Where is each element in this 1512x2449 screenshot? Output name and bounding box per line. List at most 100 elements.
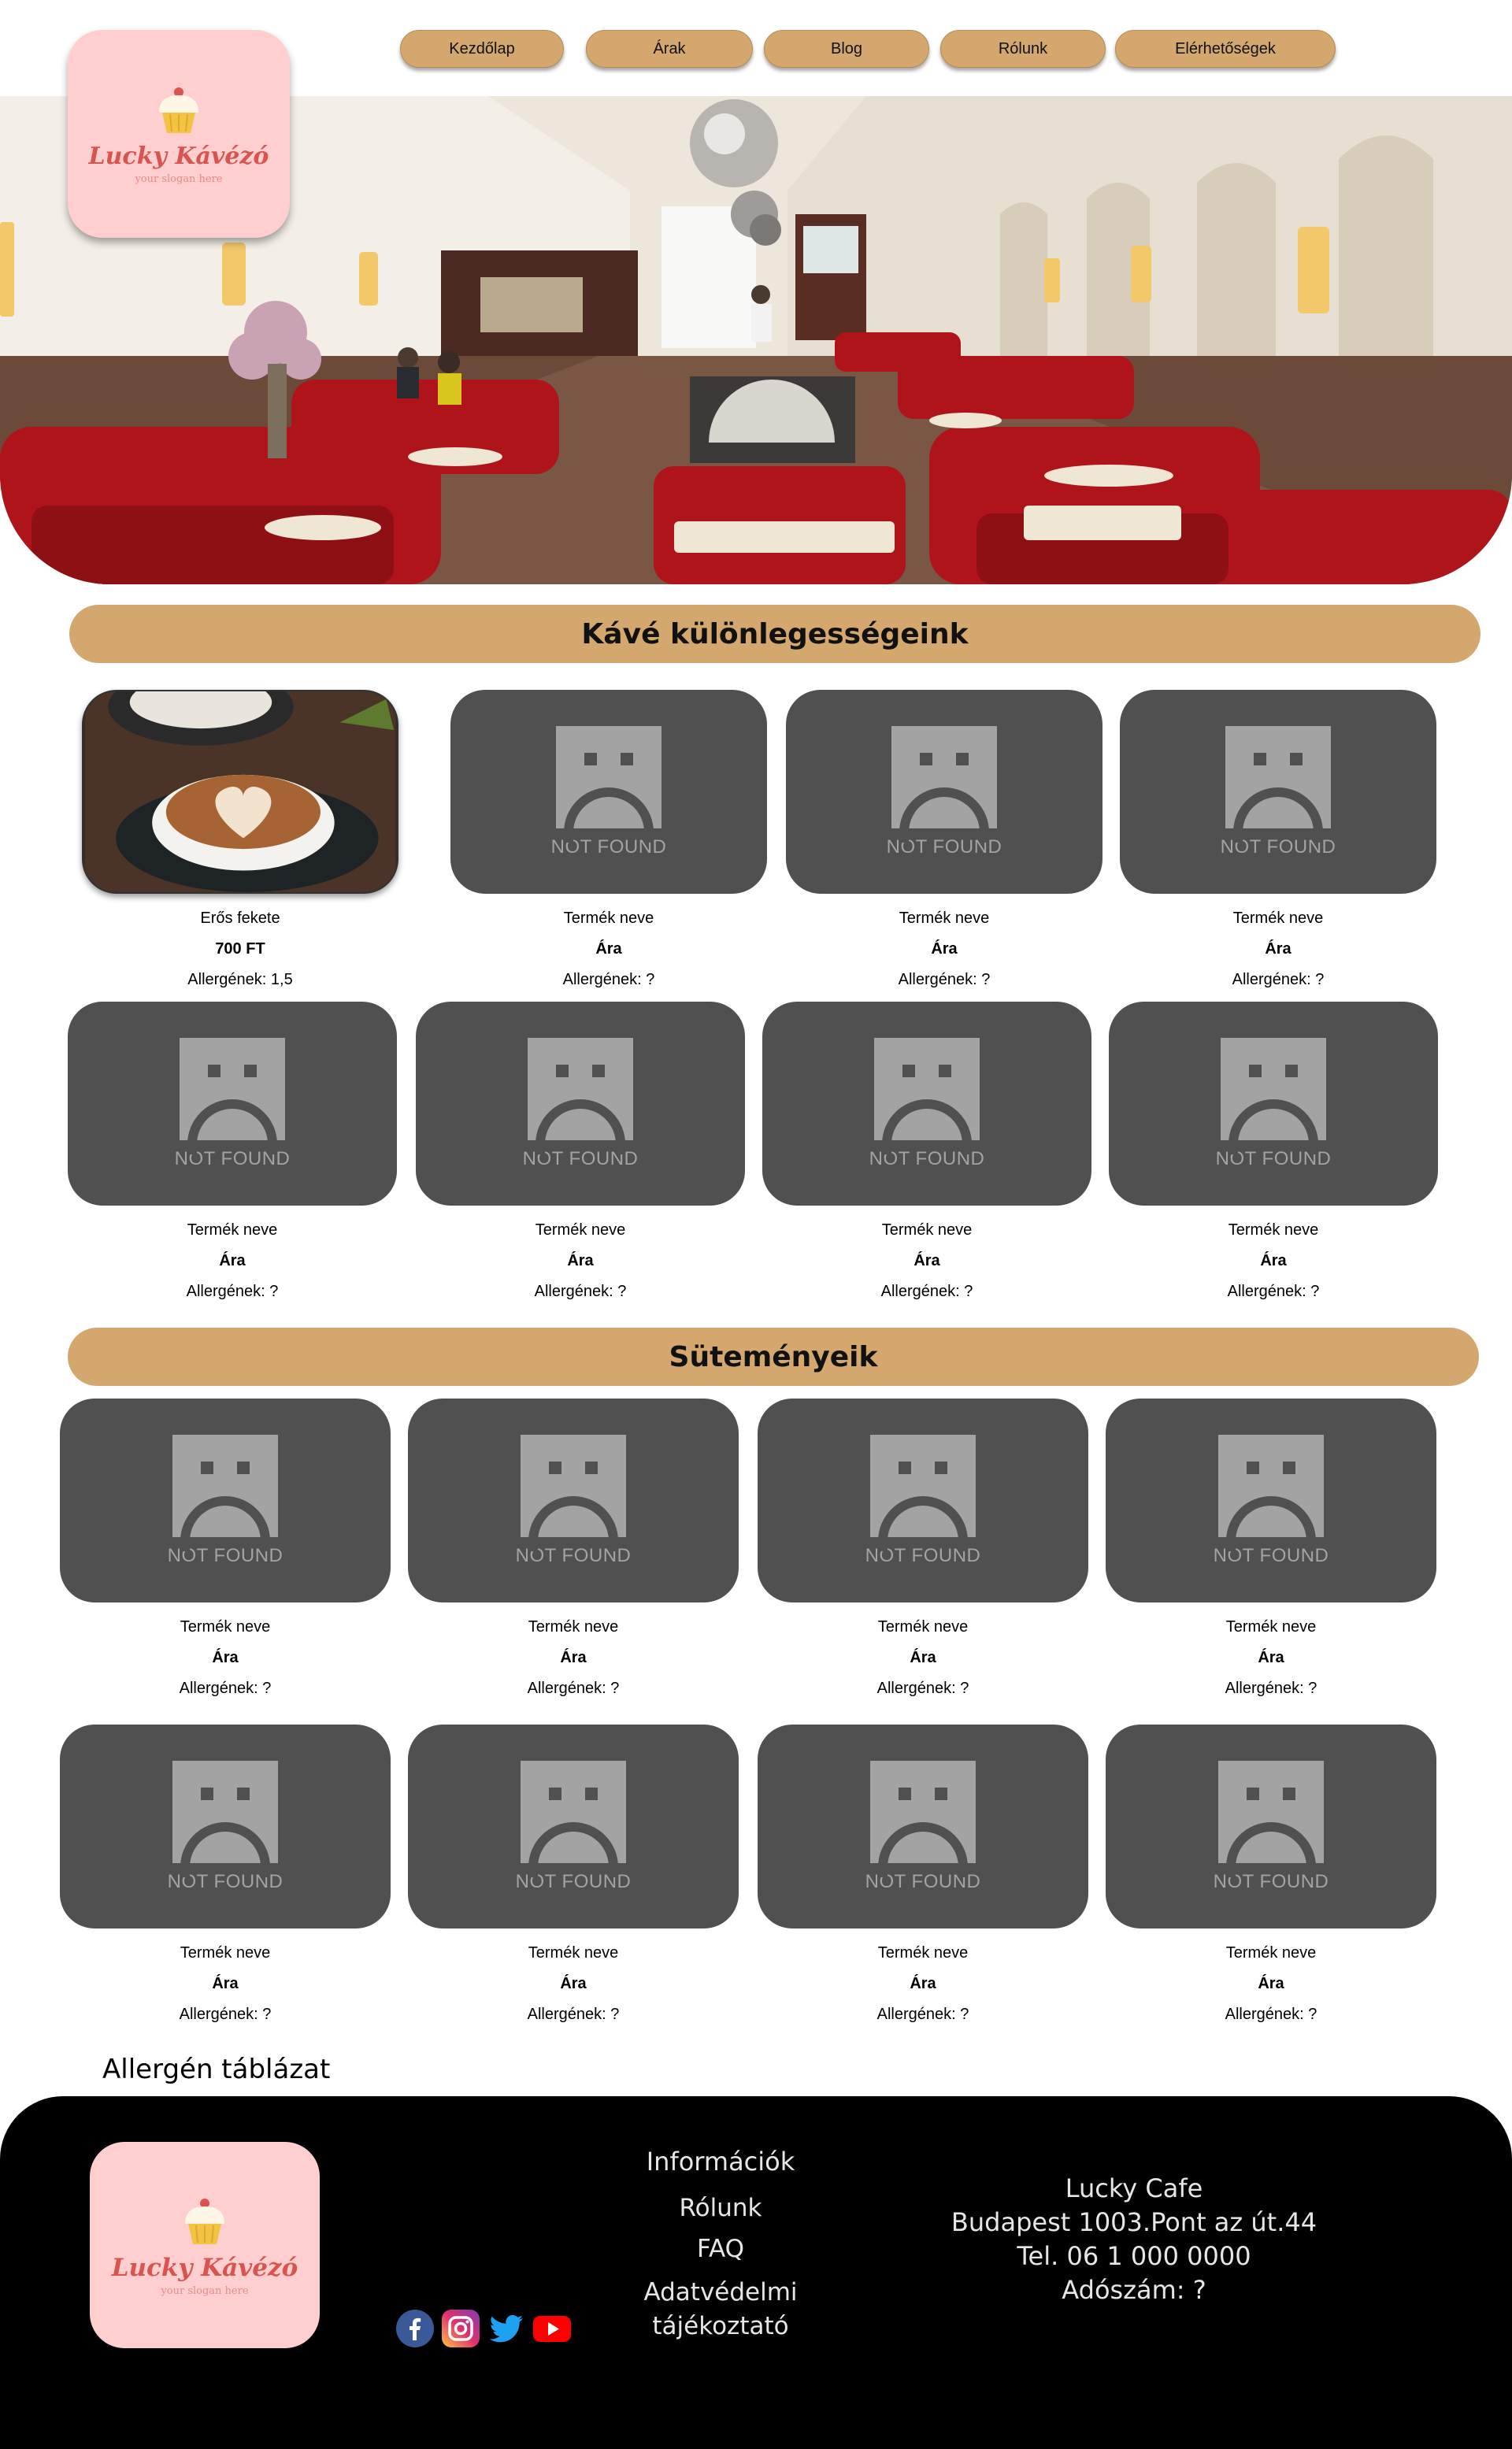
image-not-found: NOT FOUND (1106, 1725, 1436, 1928)
instagram-icon[interactable] (441, 2309, 480, 2348)
product-allergens: Allergének: ? (898, 971, 991, 988)
footer-phone: Tel. 06 1 000 0000 (1017, 2241, 1251, 2271)
product-allergens: Allergének: ? (179, 1680, 272, 1697)
product-allergens: Allergének: ? (1232, 971, 1325, 988)
product-price: Ára (910, 1975, 936, 1992)
product-allergens: Allergének: ? (562, 971, 655, 988)
product-allergens: Allergének: ? (1227, 1283, 1320, 1300)
pastry-section-title: Süteményeik (68, 1328, 1479, 1386)
product-card[interactable]: NOT FOUND Termék neve Ára Allergének: ? (758, 1725, 1088, 2024)
brand-name: Lucky Kávézó (111, 2253, 298, 2282)
product-card[interactable]: NOT FOUND Termék neve Ára Allergének: ? (1106, 1725, 1436, 2024)
product-card[interactable]: NOT FOUND Termék neve Ára Allergének: ? (408, 1725, 739, 2024)
product-card[interactable]: NOT FOUND Termék neve Ára Allergének: ? (1109, 1002, 1438, 1301)
product-name: Termék neve (881, 1221, 973, 1239)
product-allergens: Allergének: ? (527, 2006, 620, 2023)
brand-slogan: your slogan here (161, 2284, 249, 2297)
product-card[interactable]: Erős fekete 700 FT Allergének: 1,5 (82, 690, 398, 989)
product-price: Ára (1265, 940, 1292, 958)
product-name: Termék neve (877, 1618, 969, 1636)
nav-prices-button[interactable]: Árak (586, 30, 753, 68)
product-allergens: Allergének: ? (527, 1680, 620, 1697)
product-name: Termék neve (563, 910, 654, 927)
image-not-found: NOT FOUND (762, 1002, 1091, 1206)
brand-logo[interactable]: Lucky Kávézó your slogan here (68, 30, 290, 238)
product-card[interactable]: NOT FOUND Termék neve Ára Allergének: ? (416, 1002, 745, 1301)
product-card[interactable]: NOT FOUND Termék neve Ára Allergének: ? (762, 1002, 1091, 1301)
product-allergens: Allergének: ? (876, 1680, 969, 1697)
product-price: Ára (931, 940, 958, 958)
product-allergens: Allergének: ? (179, 2006, 272, 2023)
product-card[interactable]: NOT FOUND Termék neve Ára Allergének: ? (408, 1399, 739, 1698)
product-price: Ára (212, 1975, 239, 1992)
product-name: Erős fekete (200, 910, 280, 927)
product-price: Ára (560, 1649, 587, 1666)
product-price: Ára (914, 1252, 940, 1269)
sad-face-icon (1218, 1760, 1324, 1877)
sad-face-icon (1218, 1434, 1324, 1551)
coffee-section-title: Kávé különlegességeink (69, 605, 1480, 663)
product-price: Ára (1260, 1252, 1287, 1269)
sad-face-icon (870, 1434, 976, 1551)
product-name: Termék neve (1225, 1618, 1317, 1636)
image-not-found: NOT FOUND (1120, 690, 1436, 894)
product-name: Termék neve (1232, 910, 1324, 927)
product-name: Termék neve (528, 1618, 619, 1636)
nav-blog-button[interactable]: Blog (764, 30, 929, 68)
product-price: Ára (560, 1975, 587, 1992)
image-not-found: NOT FOUND (1109, 1002, 1438, 1206)
product-card[interactable]: NOT FOUND Termék neve Ára Allergének: ? (60, 1725, 391, 2024)
product-card[interactable]: NOT FOUND Termék neve Ára Allergének: ? (786, 690, 1102, 989)
sad-face-icon (891, 725, 997, 843)
product-card[interactable]: NOT FOUND Termék neve Ára Allergének: ? (758, 1399, 1088, 1698)
footer-address: Budapest 1003.Pont az út.44 (951, 2207, 1317, 2237)
twitter-icon[interactable] (487, 2309, 526, 2348)
image-not-found: NOT FOUND (60, 1725, 391, 1928)
nav-about-button[interactable]: Rólunk (940, 30, 1106, 68)
product-name: Termék neve (877, 1944, 969, 1962)
allergen-table-link[interactable]: Allergén táblázat (102, 2054, 330, 2085)
footer-logo[interactable]: Lucky Kávézó your slogan here (90, 2142, 320, 2348)
brand-slogan: your slogan here (135, 173, 223, 185)
cappuccino-photo (82, 690, 398, 894)
product-allergens: Allergének: ? (1225, 1680, 1317, 1697)
image-not-found: NOT FOUND (786, 690, 1102, 894)
image-not-found: NOT FOUND (408, 1399, 739, 1602)
sad-face-icon (528, 1037, 633, 1154)
product-price: Ára (1258, 1975, 1284, 1992)
image-not-found: NOT FOUND (758, 1399, 1088, 1602)
product-name: Termék neve (528, 1944, 619, 1962)
footer-link-about[interactable]: Rólunk (622, 2194, 819, 2222)
cupcake-icon (159, 87, 198, 133)
sad-face-icon (870, 1760, 976, 1877)
product-allergens: Allergének: ? (1225, 2006, 1317, 2023)
image-not-found: NOT FOUND (1106, 1399, 1436, 1602)
product-price: Ára (595, 940, 622, 958)
brand-name: Lucky Kávézó (88, 143, 269, 170)
product-card[interactable]: NOT FOUND Termék neve Ára Allergének: ? (60, 1399, 391, 1698)
image-not-found: NOT FOUND (450, 690, 767, 894)
product-name: Termék neve (180, 1944, 271, 1962)
product-card[interactable]: NOT FOUND Termék neve Ára Allergének: ? (1120, 690, 1436, 989)
footer-link-faq[interactable]: FAQ (622, 2235, 819, 2263)
footer-company-name: Lucky Cafe (1065, 2173, 1203, 2203)
sad-face-icon (172, 1434, 278, 1551)
product-price: Ára (1258, 1649, 1284, 1666)
sad-face-icon (1225, 725, 1331, 843)
cupcake-icon (185, 2198, 224, 2244)
product-card[interactable]: NOT FOUND Termék neve Ára Allergének: ? (1106, 1399, 1436, 1698)
nav-home-button[interactable]: Kezdőlap (400, 30, 564, 68)
facebook-icon[interactable] (395, 2309, 435, 2348)
sad-face-icon (521, 1760, 626, 1877)
footer-link-privacy[interactable]: Adatvédelmi tájékoztató (630, 2276, 811, 2343)
youtube-icon[interactable] (532, 2309, 572, 2348)
product-card[interactable]: NOT FOUND Termék neve Ára Allergének: ? (450, 690, 767, 989)
nav-contact-button[interactable]: Elérhetőségek (1115, 30, 1336, 68)
image-not-found: NOT FOUND (60, 1399, 391, 1602)
product-card[interactable]: NOT FOUND Termék neve Ára Allergének: ? (68, 1002, 397, 1301)
footer-tax-number: Adószám: ? (1062, 2275, 1206, 2305)
image-not-found: NOT FOUND (408, 1725, 739, 1928)
product-allergens: Allergének: ? (186, 1283, 279, 1300)
product-price: 700 FT (215, 940, 265, 958)
product-allergens: Allergének: 1,5 (187, 971, 293, 988)
